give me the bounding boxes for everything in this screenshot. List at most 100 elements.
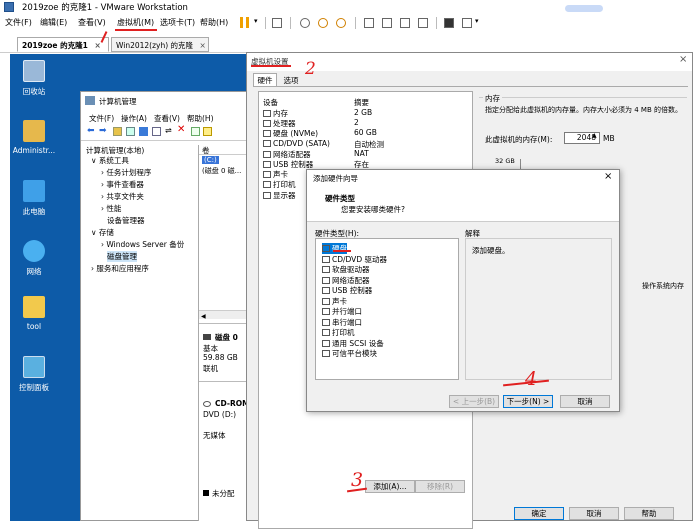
hardware-row[interactable]: USB 控制器 存在 <box>261 159 467 169</box>
desktop-icon-network[interactable]: 网络 <box>5 240 63 277</box>
settings-ok-button[interactable]: 确定 <box>514 507 564 520</box>
unity-icon[interactable] <box>418 18 428 28</box>
network-icon <box>23 240 45 262</box>
hardware-type-icon <box>322 350 330 357</box>
wizard-back-button[interactable]: < 上一步(B) <box>449 395 499 408</box>
tree-task-scheduler[interactable]: › 任务计划程序 <box>101 167 151 178</box>
hardware-type-item[interactable]: 打印机 <box>322 327 355 338</box>
snapshot-manager-icon[interactable] <box>336 18 346 28</box>
hardware-type-item[interactable]: 串行端口 <box>322 317 362 328</box>
library-icon[interactable] <box>364 18 374 28</box>
help-toolbar-icon[interactable] <box>139 127 148 136</box>
snapshot-icon[interactable] <box>300 18 310 28</box>
cm-menu-view[interactable]: 查看(V) <box>154 113 180 124</box>
wizard-next-button[interactable]: 下一步(N) > <box>503 395 553 408</box>
cm-menu-file[interactable]: 文件(F) <box>89 113 114 124</box>
tree-services-apps[interactable]: › 服务和应用程序 <box>91 263 149 274</box>
hardware-type-item[interactable]: 可信平台模块 <box>322 348 377 359</box>
hardware-device-icon <box>263 181 271 189</box>
connect-toolbar-icon[interactable]: ⇌ <box>165 126 172 135</box>
hardware-device-icon <box>263 171 271 179</box>
hardware-type-label: 串行端口 <box>332 317 362 327</box>
tab-close-icon[interactable]: × <box>199 41 205 50</box>
hardware-row[interactable]: 内存 2 GB <box>261 108 467 118</box>
tab-win2012-clone[interactable]: Win2012(zyh) 的克隆 × <box>111 37 209 52</box>
check-toolbar-icon[interactable] <box>191 127 200 136</box>
hardware-type-item[interactable]: 声卡 <box>322 296 347 307</box>
menu-file[interactable]: 文件(F) <box>5 17 32 28</box>
settings-help-button[interactable]: 帮助 <box>624 507 674 520</box>
view-dropdown-icon[interactable]: ▾ <box>475 17 479 25</box>
unallocated-legend-swatch <box>203 490 209 496</box>
volume-c[interactable]: (C:) <box>202 156 219 164</box>
volume-disk0[interactable]: (磁盘 0 磁... <box>202 166 241 176</box>
hardware-type-icon <box>322 276 330 284</box>
hardware-type-item[interactable]: 硬盘 <box>322 243 347 254</box>
tree-performance[interactable]: › 性能 <box>101 203 121 214</box>
menu-tabs[interactable]: 选项卡(T) <box>160 17 195 28</box>
wizard-close-icon[interactable]: × <box>604 171 612 182</box>
hardware-type-item[interactable]: 并行端口 <box>322 306 362 317</box>
tree-storage[interactable]: ∨ 存储 <box>91 227 114 238</box>
hardware-type-icon <box>322 339 330 347</box>
menu-help[interactable]: 帮助(H) <box>200 17 228 28</box>
control-panel-icon <box>23 356 45 378</box>
fullscreen-icon[interactable] <box>400 18 410 28</box>
delete-x-icon[interactable]: ✕ <box>177 124 185 135</box>
hardware-row[interactable]: 硬盘 (NVMe) 60 GB <box>261 128 467 138</box>
dropdown-chevron-icon[interactable]: ▾ <box>254 17 258 25</box>
hardware-row[interactable]: CD/DVD (SATA) 自动检测 <box>261 139 467 149</box>
stretch-view-icon[interactable] <box>462 18 472 28</box>
hardware-type-item[interactable]: 通用 SCSI 设备 <box>322 338 384 349</box>
console-toolbar-icon[interactable] <box>126 127 135 136</box>
desktop-icon-tool[interactable]: tool <box>5 296 63 331</box>
tree-device-manager[interactable]: 设备管理器 <box>107 215 145 226</box>
hardware-type-item[interactable]: 软盘驱动器 <box>322 264 370 275</box>
desktop-icon-control-panel[interactable]: 控制面板 <box>5 356 63 393</box>
hardware-type-item[interactable]: CD/DVD 驱动器 <box>322 254 387 265</box>
explain-text: 添加硬盘。 <box>472 246 510 255</box>
refresh-toolbar-icon[interactable] <box>203 127 212 136</box>
cm-menu-action[interactable]: 操作(A) <box>121 113 147 124</box>
folder-toolbar-icon[interactable] <box>113 127 122 136</box>
hardware-type-item[interactable]: USB 控制器 <box>322 285 372 296</box>
forward-arrow-icon[interactable]: ➡ <box>99 126 107 136</box>
console-view-icon[interactable] <box>444 18 454 28</box>
tree-disk-management[interactable]: 磁盘管理 <box>107 251 137 262</box>
add-hardware-button[interactable]: 添加(A)... <box>365 480 415 493</box>
tree-system-tools[interactable]: ∨ 系统工具 <box>91 155 129 166</box>
annotation-underline-settings-title <box>251 65 291 67</box>
back-arrow-icon[interactable]: ⬅ <box>87 126 95 136</box>
disk0-title[interactable]: 磁盘 0 <box>215 332 238 343</box>
tab-2019zoe-clone[interactable]: 2019zoe 的克隆1 × <box>17 37 109 52</box>
hardware-type-label: 可信平台模块 <box>332 349 377 358</box>
wizard-cancel-button[interactable]: 取消 <box>560 395 610 408</box>
hardware-row[interactable]: 网络适配器 NAT <box>261 149 467 159</box>
cdrom-title[interactable]: CD-ROM <box>215 399 250 408</box>
pause-icon[interactable] <box>240 17 249 28</box>
cm-menu-help[interactable]: 帮助(H) <box>187 113 214 124</box>
desktop-icon-this-pc[interactable]: 此电脑 <box>5 180 63 217</box>
properties-toolbar-icon[interactable] <box>152 127 161 136</box>
thumbnail-icon[interactable] <box>382 18 392 28</box>
menu-edit[interactable]: 编辑(E) <box>40 17 67 28</box>
hardware-row[interactable]: 处理器 2 <box>261 118 467 128</box>
hardware-type-icon <box>322 329 330 336</box>
menu-view[interactable]: 查看(V) <box>78 17 106 28</box>
send-ctrl-alt-del-icon[interactable] <box>272 18 282 28</box>
revert-snapshot-icon[interactable] <box>318 18 328 28</box>
tab-close-icon[interactable]: × <box>94 41 100 50</box>
settings-close-icon[interactable]: × <box>679 54 687 65</box>
folder-icon <box>23 296 45 318</box>
tree-windows-server-backup[interactable]: › Windows Server 备份 <box>101 239 184 250</box>
hardware-type-item[interactable]: 网络适配器 <box>322 275 370 286</box>
desktop-icon-administrator[interactable]: Administr... <box>5 120 63 155</box>
tree-shared-folders[interactable]: › 共享文件夹 <box>101 191 144 202</box>
remove-hardware-button[interactable]: 移除(R) <box>415 480 465 493</box>
settings-cancel-button[interactable]: 取消 <box>569 507 619 520</box>
menu-vm[interactable]: 虚拟机(M) <box>117 17 154 28</box>
tab-hardware[interactable]: 硬件 <box>253 73 277 87</box>
memory-spinner-icon[interactable]: ▲ <box>592 132 597 139</box>
tree-event-viewer[interactable]: › 事件查看器 <box>101 179 144 190</box>
desktop-icon-recycle-bin[interactable]: 回收站 <box>5 60 63 97</box>
